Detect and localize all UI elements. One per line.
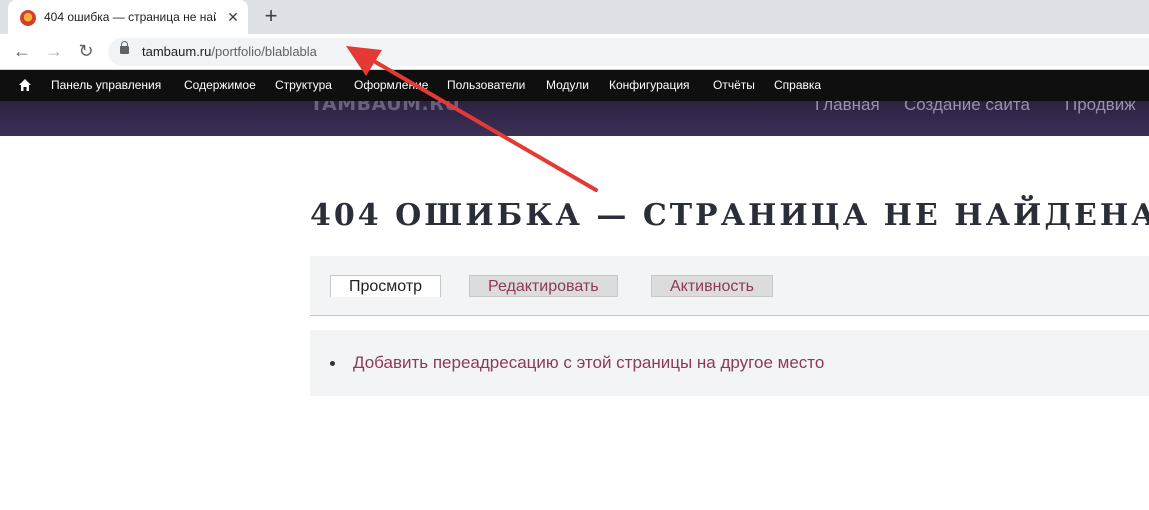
browser-tab[interactable]: 404 ошибка — страница не най ✕	[8, 0, 248, 34]
new-tab-button[interactable]: +	[259, 5, 283, 29]
tab-view[interactable]: Просмотр	[330, 275, 442, 297]
toolbar-item-people[interactable]: Пользователи	[447, 78, 525, 92]
local-tasks-panel: Просмотр Редактировать Активность	[310, 256, 1149, 316]
reload-button[interactable]: ↻	[74, 39, 98, 63]
toolbar-item-content[interactable]: Содержимое	[184, 78, 256, 92]
toolbar-item-appearance[interactable]: Оформление	[354, 78, 428, 92]
url-path: /portfolio/blablabla	[211, 44, 317, 59]
toolbar-item-reports[interactable]: Отчёты	[713, 78, 755, 92]
toolbar-item-structure[interactable]: Структура	[275, 78, 332, 92]
toolbar-item-modules[interactable]: Модули	[546, 78, 589, 92]
url-text: tambaum.ru/portfolio/blablabla	[142, 44, 317, 59]
tab-edit[interactable]: Редактировать	[469, 275, 618, 297]
site-nav-site-creation[interactable]: Создание сайта	[904, 101, 1030, 115]
browser-tab-strip: 404 ошибка — страница не най ✕ +	[0, 0, 1149, 34]
toolbar-item-dashboard[interactable]: Панель управления	[51, 78, 161, 92]
site-favicon-icon	[20, 10, 36, 26]
admin-toolbar: Панель управления Содержимое Структура О…	[0, 70, 1149, 101]
home-icon[interactable]	[18, 78, 32, 92]
page-title: 404 ОШИБКА — СТРАНИЦА НЕ НАЙДЕНА	[310, 198, 1149, 233]
browser-toolbar: ← → ↻ tambaum.ru/portfolio/blablabla	[0, 34, 1149, 70]
lock-icon	[120, 41, 129, 54]
back-button[interactable]: ←	[10, 39, 34, 63]
site-nav-promotion[interactable]: Продвиж	[1065, 101, 1136, 115]
url-domain: tambaum.ru	[142, 44, 212, 59]
forward-button[interactable]: →	[42, 39, 66, 63]
site-nav-home[interactable]: Главная	[815, 101, 880, 115]
actions-panel: Добавить переадресацию с этой страницы н…	[310, 330, 1149, 396]
list-bullet	[330, 361, 335, 366]
site-header: TAMBAUM.RU Главная Создание сайта Продви…	[0, 101, 1149, 136]
tab-activity[interactable]: Активность	[651, 275, 774, 297]
toolbar-item-help[interactable]: Справка	[774, 78, 821, 92]
address-bar[interactable]: tambaum.ru/portfolio/blablabla	[108, 38, 1149, 66]
site-logo[interactable]: TAMBAUM.RU	[310, 101, 460, 115]
close-tab-icon[interactable]: ✕	[224, 8, 242, 26]
add-redirect-link[interactable]: Добавить переадресацию с этой страницы н…	[353, 353, 824, 373]
toolbar-item-configuration[interactable]: Конфигурация	[609, 78, 690, 92]
tab-title: 404 ошибка — страница не най	[44, 10, 216, 24]
